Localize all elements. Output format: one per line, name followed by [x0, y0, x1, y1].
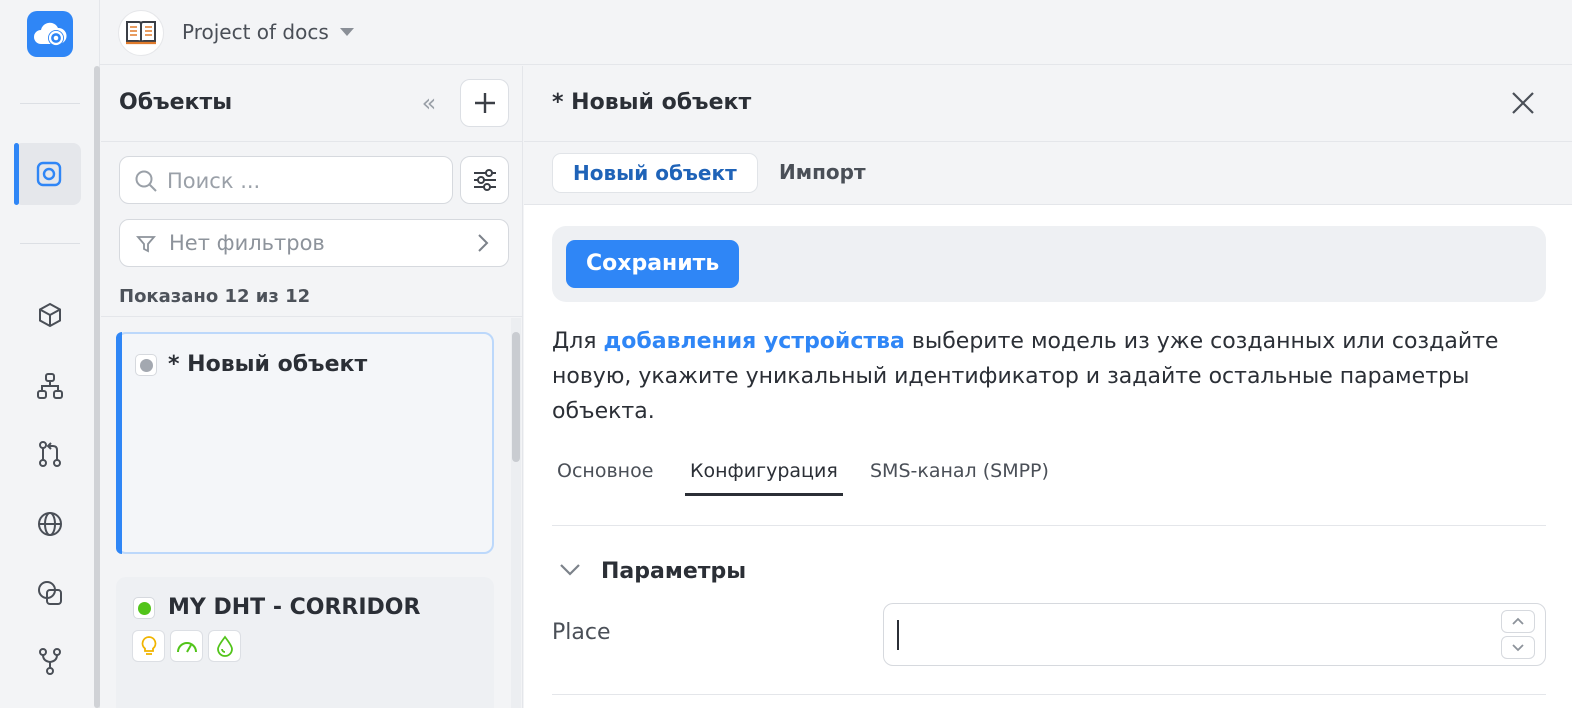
filters-label: Нет фильтров: [169, 231, 325, 255]
add-device-link[interactable]: добавления устройства: [603, 329, 904, 354]
search-box[interactable]: [119, 156, 453, 204]
selected-indicator: [116, 332, 122, 554]
section-title: Параметры: [601, 559, 747, 584]
editor-tabs: Новый объект Импорт: [524, 142, 1572, 205]
divider: [101, 316, 523, 317]
tab-configuration[interactable]: Конфигурация: [685, 454, 843, 496]
object-card-device[interactable]: MY DHT - CORRIDOR: [116, 577, 494, 708]
chevron-up-icon: [1512, 617, 1524, 625]
pull-request-icon[interactable]: [30, 434, 70, 474]
tab-sms-channel[interactable]: SMS-канал (SMPP): [870, 454, 1049, 496]
editor-title: * Новый объект: [552, 90, 752, 115]
close-icon[interactable]: [1510, 90, 1536, 116]
chevron-down-icon: [1512, 644, 1524, 652]
caret-down-icon[interactable]: [340, 28, 354, 36]
nav-rail: [0, 0, 100, 708]
bulb-icon: [132, 630, 165, 662]
stepper-up-button[interactable]: [1501, 610, 1535, 633]
add-object-button[interactable]: [460, 79, 509, 127]
rail-divider: [20, 103, 80, 104]
config-tabs: Основное Конфигурация SMS-канал (SMPP): [552, 454, 1546, 526]
object-card-title: MY DHT - CORRIDOR: [168, 595, 421, 620]
place-input[interactable]: [896, 618, 1486, 652]
tab-import[interactable]: Импорт: [759, 153, 886, 193]
help-text: Для добавления устройства выберите модел…: [552, 324, 1542, 429]
object-editor: * Новый объект Новый объект Импорт Сохра…: [524, 66, 1572, 708]
top-bar: Project of docs: [100, 0, 1572, 65]
objects-icon: [36, 161, 62, 191]
divider: [552, 694, 1546, 695]
rail-active-indicator: [14, 143, 19, 205]
filter-settings-button[interactable]: [460, 156, 509, 204]
editor-header: * Новый объект: [524, 66, 1572, 142]
chevron-right-icon: [478, 234, 489, 252]
help-text-prefix: Для: [552, 329, 604, 354]
book-icon[interactable]: [118, 10, 164, 56]
save-button[interactable]: Сохранить: [566, 240, 740, 288]
place-field[interactable]: [883, 603, 1546, 666]
funnel-icon: [136, 236, 156, 253]
objects-title: Объекты: [119, 90, 233, 115]
overlap-icon[interactable]: [30, 573, 70, 613]
chevron-down-icon[interactable]: [558, 562, 582, 578]
shown-count: Показано 12 из 12: [119, 286, 311, 307]
tab-new-object[interactable]: Новый объект: [552, 153, 758, 193]
sliders-icon: [473, 169, 496, 191]
rail-divider: [20, 243, 80, 244]
drop-icon: [208, 630, 241, 662]
rail-scrollbar[interactable]: [94, 66, 100, 708]
object-card-new[interactable]: * Новый объект: [116, 332, 494, 554]
divider: [101, 141, 523, 142]
filters-dropdown[interactable]: Нет фильтров: [119, 219, 509, 267]
number-stepper[interactable]: [1501, 610, 1537, 660]
rail-item-objects[interactable]: [14, 143, 81, 205]
gauge-icon: [170, 630, 203, 662]
search-input[interactable]: [167, 167, 437, 195]
stepper-down-button[interactable]: [1501, 636, 1535, 659]
collapse-panel-icon[interactable]: «: [415, 90, 443, 118]
globe-icon[interactable]: [30, 504, 70, 544]
cube-icon[interactable]: [30, 295, 70, 335]
search-icon: [135, 170, 157, 192]
branch-icon[interactable]: [30, 641, 70, 681]
editor-toolbar: Сохранить: [552, 226, 1546, 302]
app: Project of docs Объекты « Нет фильтров П…: [0, 0, 1572, 708]
tab-basic[interactable]: Основное: [557, 454, 653, 496]
list-scrollbar[interactable]: [512, 332, 520, 462]
app-logo-icon[interactable]: [27, 11, 73, 57]
hierarchy-icon[interactable]: [30, 366, 70, 406]
status-badge: [135, 354, 157, 376]
plus-icon: [474, 93, 495, 113]
object-card-title: * Новый объект: [168, 352, 368, 377]
status-badge: [133, 597, 155, 619]
objects-panel: Объекты « Нет фильтров Показано 12 из 12…: [101, 66, 523, 708]
text-cursor: [897, 620, 899, 650]
project-selector[interactable]: Project of docs: [182, 20, 329, 44]
place-label: Place: [552, 620, 611, 645]
